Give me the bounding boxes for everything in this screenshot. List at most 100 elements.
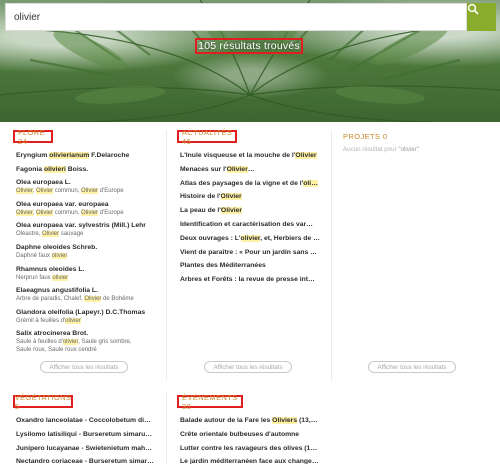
evenements-list-item[interactable]: Balade autour de la Fare les Oliviers (1… [180,416,322,425]
evenements-title[interactable]: ÉVÉNEMENTS 30 [177,393,243,411]
projets-empty-prefix: Aucun résultat pour [343,146,399,153]
text-run: Olea europaea L. [16,179,71,187]
text-run: … [247,165,255,173]
actualites-list-item[interactable]: L'Inule visqueuse et la mouche de l'Oliv… [180,151,322,160]
actualites-list-item[interactable]: Plantes des Méditerranées [180,261,322,270]
highlight-match: Olivier [81,188,99,195]
flore-item-title: Rhamnus oleoides L. [16,265,164,274]
text-run: Lutter contre les ravageurs des olives (… [180,444,318,452]
actualites-list-item[interactable]: Arbres et Forêts : la revue de presse in… [180,275,322,284]
text-run: commun, [53,209,82,216]
text-run: Fagonia [16,165,44,173]
text-run: Boiss. [65,165,89,173]
highlight-match: Olivier [16,188,33,195]
flore-item-title: Eryngium olivierianum F.Delaroche [16,151,164,160]
vegetations-list-item[interactable]: Lysilomo latisiliqui - Burseretum simaru… [16,430,158,439]
projets-empty-message: Aucun résultat pour "olivier" [343,146,419,153]
highlight-match: Olivier [220,207,243,215]
projets-show-all-button[interactable]: Afficher tous les résultats [368,361,456,373]
evenements-list-item[interactable]: Crête orientale bulbeuses d'automne [180,430,322,439]
evenements-list-item[interactable]: Lutter contre les ravageurs des olives (… [180,444,322,453]
vegetations-title[interactable]: VÉGÉTATIONS 5 [13,393,73,411]
vegetations-list-item[interactable]: Junipero lucayanae - Swietenietum mah… [16,444,158,453]
highlight-match: olivier [240,234,261,242]
flore-item-title: Elaeagnus angustifolia L. [16,286,164,295]
flore-list-item[interactable]: Olea europaea var. sylvestris (Mill.) Le… [16,221,164,238]
flore-list-item[interactable]: Glandora oleifolia (Lapeyr.) D.C.Thomas G… [16,308,164,325]
search-input[interactable]: olivier [5,3,467,31]
text-run: sauvage [59,231,84,238]
highlight-match: oli… [303,179,318,187]
text-run: Rhamnus oleoides L. [16,265,85,273]
actualites-show-all-button[interactable]: Afficher tous les résultats [204,361,292,373]
text-run: Olea europaea var. sylvestris (Mill.) Le… [16,222,146,230]
text-run: Eryngium [16,152,50,159]
flore-list-item[interactable]: Daphne oleoides Schreb. Daphné faux olivi… [16,243,164,260]
highlight-match: Olivier [295,152,317,159]
actualites-title[interactable]: ACTUALITÉS 46 [177,128,237,146]
highlight-match: Olivier [220,193,242,201]
text-run: de Bohême [101,296,134,303]
text-run: Atlas des paysages de la vigne et de l' [180,179,304,187]
highlight-match: Olivier [226,165,248,173]
actualites-list-item[interactable]: La peau de l'Olivier [180,206,322,215]
flore-list-item[interactable]: Olea europaea var. europaea Olivier, Oliv… [16,200,164,217]
flore-item-title: Salix atrocinerea Brot. [16,329,164,338]
text-run: F.Delaroche [89,152,130,159]
vegetations-list-item[interactable]: Oxandro lanceolatae - Coccolobetum di… [16,416,158,425]
text-run: L'Inule visqueuse et la mouche de l' [180,152,296,159]
text-run: Nectandro coriaceae - Burseretum simar… [16,458,154,464]
actualites-list-item[interactable]: Histoire de l'Olivier [180,192,322,201]
text-run: Vient de paraître : « Pour un jardin san… [180,248,317,256]
text-run: Oxandro lanceolatae - Coccolobetum di… [16,417,151,424]
flore-item-common-names: Olivier, Olivier commun, Olivier d'Europ… [16,187,164,195]
highlight-match: Olivier [36,209,54,216]
flore-list-item[interactable]: Fagonia olivieri Boiss. [16,165,164,174]
flore-list-item[interactable]: Salix atrocinerea Brot. Saule à feuilles … [16,329,164,354]
flore-item-title: Olea europaea L. [16,178,164,187]
text-run: , Saule gris sombre, [78,339,132,346]
flore-title[interactable]: FLORE 24 [13,128,53,146]
text-run: Oléastre, [16,231,43,238]
search-button[interactable] [467,3,496,31]
highlight-match: olivier [52,274,69,281]
projets-title[interactable]: PROJETS 0 [343,130,403,143]
evenements-list-item[interactable]: Le jardin méditerranéen face aux change… [180,457,322,464]
text-run: Junipero lucayanae - Swietenietum mah… [16,444,152,452]
actualites-list-item[interactable]: Identification et caractérisation des va… [180,220,322,229]
flore-list-item[interactable]: Elaeagnus angustifolia L. Arbre de paradi… [16,286,164,303]
flore-item-common-names: Grémil à feuilles d'olivier [16,317,164,325]
flore-list-item[interactable]: Olea europaea L. Olivier, Olivier commun,… [16,178,164,195]
actualites-list-item[interactable]: Vient de paraître : « Pour un jardin san… [180,248,322,257]
highlight-match: Olivier [81,209,99,216]
text-run: Menaces sur l' [180,165,227,173]
text-run: Arbre de paradis, Chalef, [16,296,85,303]
actualites-list-item[interactable]: Menaces sur l'Olivier… [180,165,322,174]
text-run: Grémil à feuilles d' [16,317,66,324]
evenements-section: ÉVÉNEMENTS 30 Balade autour de la Fare l… [177,393,332,464]
projets-empty-query: "olivier" [398,146,419,153]
flore-item-title: Fagonia olivieri Boiss. [16,165,164,174]
actualites-list-item[interactable]: Deux ouvrages : L'olivier, et, Herbiers … [180,234,322,243]
search-input-value: olivier [14,11,41,23]
flore-list-item[interactable]: Eryngium olivierianum F.Delaroche [16,151,164,160]
highlight-match: Oliviers [272,417,298,424]
text-run: Nerprun faux [16,274,53,281]
highlight-match: olivieri [43,165,66,173]
flore-show-all-button[interactable]: Afficher tous les résultats [40,361,128,373]
highlight-match: olivierianum [49,152,90,159]
text-run: Glandora oleifolia (Lapeyr.) D.C.Thomas [16,308,146,316]
flore-list-item[interactable]: Rhamnus oleoides L. Nerprun faux olivier [16,265,164,282]
text-run: d'Europe [98,209,124,216]
actualites-list-item[interactable]: Atlas des paysages de la vigne et de l'o… [180,179,322,188]
text-run: Identification et caractérisation des va… [180,221,313,228]
text-run: Saule roux, Saule roux cendré [16,347,97,354]
text-run: Daphne oleoides Schreb. [16,244,98,251]
flore-item-common-names: Oléastre, Olivier sauvage [16,230,164,238]
text-run: commun, [53,188,82,195]
text-run: Saule à feuilles d' [16,339,63,346]
search-icon [467,3,479,15]
highlight-match: Olivier [84,296,102,303]
vegetations-list-item[interactable]: Nectandro coriaceae - Burseretum simar… [16,457,158,464]
text-run: (13,… [297,417,318,424]
